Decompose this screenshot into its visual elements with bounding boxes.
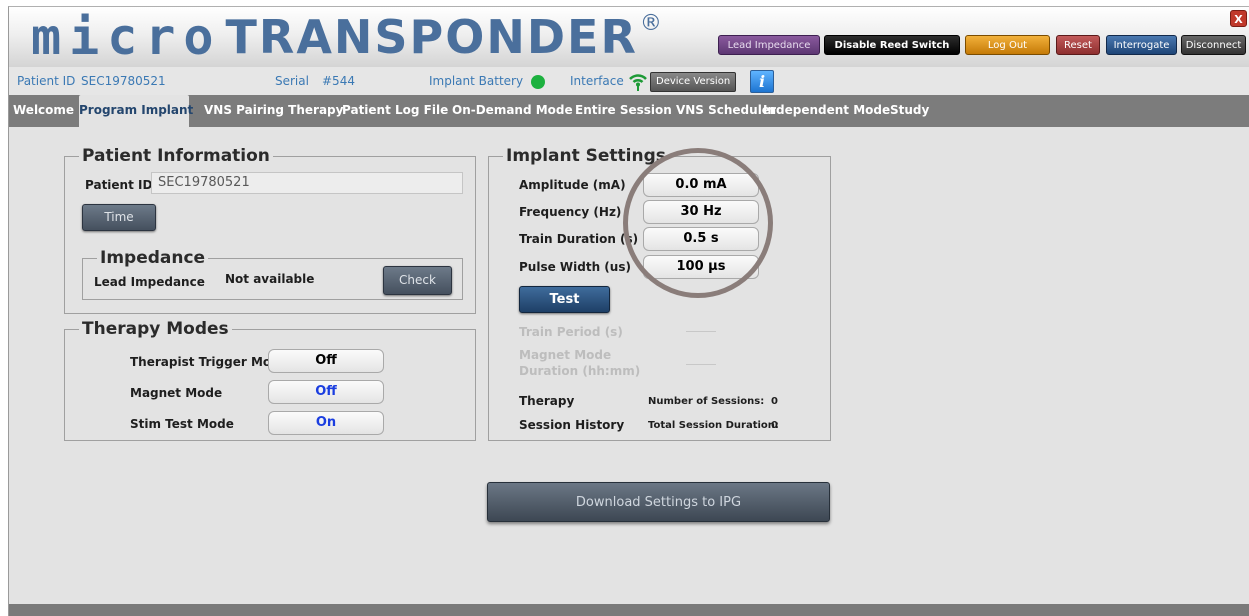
close-button[interactable]: X (1230, 10, 1247, 27)
tab-program-implant[interactable]: Program Implant (79, 95, 193, 127)
interface-label: Interface (570, 74, 624, 88)
stim-test-mode-label: Stim Test Mode (130, 417, 234, 431)
therapy-label: Therapy (519, 394, 575, 408)
tab-independent-mode[interactable]: Independent Mode (763, 95, 890, 127)
annotation-circle (623, 148, 773, 298)
interrogate-button[interactable]: Interrogate (1106, 35, 1177, 55)
serial-value: #544 (322, 74, 355, 88)
magnet-mode-toggle[interactable]: Off (268, 380, 384, 404)
impedance-title: Impedance (100, 248, 206, 268)
total-session-duration-label: Total Session Duration: (648, 420, 779, 431)
header: micro TRANSPONDER ® Lead Impedance Disab… (9, 7, 1249, 67)
train-period-label: Train Period (s) (519, 325, 623, 339)
therapist-trigger-mode-toggle[interactable]: Off (268, 349, 384, 373)
disconnect-button[interactable]: Disconnect (1181, 35, 1246, 55)
train-duration-label: Train Duration (s) (519, 232, 639, 246)
reset-button[interactable]: Reset (1056, 35, 1100, 55)
lead-impedance-label: Lead Impedance (94, 275, 205, 289)
total-session-duration-value: 0 (771, 420, 778, 431)
train-period-placeholder (686, 331, 716, 332)
stim-test-mode-toggle[interactable]: On (268, 411, 384, 435)
magnet-mode-duration-label-line2: Duration (hh:mm) (519, 364, 641, 378)
pulse-width-label: Pulse Width (us) (519, 260, 631, 274)
magnet-mode-duration-placeholder (686, 364, 716, 365)
logo-transponder-text: TRANSPONDER (225, 10, 638, 64)
battery-status-icon (531, 75, 545, 89)
bottom-bar (9, 604, 1249, 616)
tab-welcome[interactable]: Welcome (13, 95, 74, 127)
info-icon[interactable]: i (750, 70, 774, 93)
app-window: micro TRANSPONDER ® Lead Impedance Disab… (8, 6, 1249, 616)
test-button[interactable]: Test (519, 286, 610, 313)
check-button[interactable]: Check (383, 266, 452, 295)
patient-id-field[interactable]: SEC19780521 (151, 172, 463, 194)
tab-entire-session-vns-scheduler[interactable]: Entire Session VNS Scheduler (575, 95, 776, 127)
patient-information-title: Patient Information (82, 146, 270, 166)
implant-settings-title: Implant Settings (506, 146, 666, 166)
patient-id-field-label: Patient ID: (85, 178, 158, 192)
registered-mark: ® (639, 11, 662, 36)
frequency-label: Frequency (Hz) (519, 205, 622, 219)
therapist-trigger-mode-label: Therapist Trigger Mode (130, 355, 288, 369)
magnet-mode-duration-label-line1: Magnet Mode (519, 348, 612, 362)
microtransponder-logo: micro TRANSPONDER ® (31, 9, 662, 65)
serial-label: Serial (275, 74, 309, 88)
download-settings-button[interactable]: Download Settings to IPG (487, 482, 830, 522)
amplitude-label: Amplitude (mA) (519, 178, 626, 192)
implant-battery-label: Implant Battery (429, 74, 524, 88)
patient-id-label: Patient ID (17, 74, 76, 88)
tab-bar: Welcome Program Implant VNS Pairing Ther… (9, 95, 1249, 127)
lead-impedance-button[interactable]: Lead Impedance (718, 35, 820, 55)
patient-id-value: SEC19780521 (81, 74, 166, 88)
tab-vns-pairing-therapy[interactable]: VNS Pairing Therapy (204, 95, 343, 127)
magnet-mode-label: Magnet Mode (130, 386, 223, 400)
logo-micro-text: micro (31, 8, 222, 66)
time-button[interactable]: Time (82, 204, 156, 231)
log-out-button[interactable]: Log Out (965, 35, 1050, 55)
device-version-button[interactable]: Device Version (650, 72, 737, 92)
lead-impedance-value: Not available (225, 272, 315, 286)
tab-study[interactable]: Study (890, 95, 929, 127)
tab-patient-log-file[interactable]: Patient Log File (342, 95, 448, 127)
therapy-modes-title: Therapy Modes (82, 319, 229, 339)
number-of-sessions-value: 0 (771, 396, 778, 407)
session-history-label: Session History (519, 418, 625, 432)
tab-on-demand-mode[interactable]: On-Demand Mode (452, 95, 573, 127)
status-bar: Patient ID SEC19780521 Serial #544 Impla… (9, 67, 1249, 95)
disable-reed-switch-button[interactable]: Disable Reed Switch (824, 35, 960, 55)
interface-signal-icon (629, 74, 647, 91)
number-of-sessions-label: Number of Sessions: (648, 396, 765, 407)
